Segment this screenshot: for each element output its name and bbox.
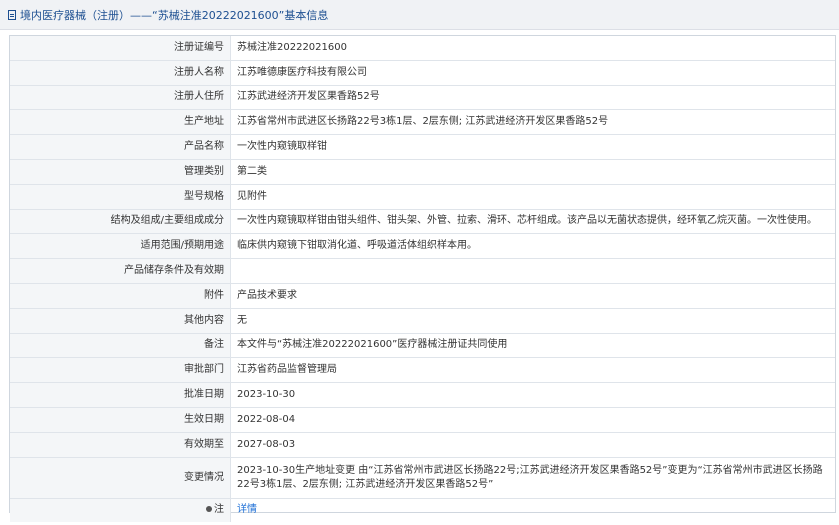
table-row: 审批部门 江苏省药品监督管理局	[10, 357, 835, 384]
row-value: 一次性内窥镜取样钳	[230, 134, 835, 160]
page-title: 境内医疗器械（注册）——“苏械注准20222021600”基本信息	[20, 8, 329, 22]
row-label: 变更情况	[10, 457, 231, 499]
row-value: 江苏唯德康医疗科技有限公司	[230, 60, 835, 86]
row-value: 一次性内窥镜取样钳由钳头组件、钳头架、外管、拉索、滑环、芯杆组成。该产品以无菌状…	[230, 209, 835, 235]
table-row: 生产地址 江苏省常州市武进区长扬路22号3栋1层、2层东侧; 江苏武进经济开发区…	[10, 109, 835, 136]
row-label: 管理类别	[10, 159, 231, 185]
table-row: 产品储存条件及有效期	[10, 258, 835, 284]
row-label: 批准日期	[10, 382, 231, 408]
table-row: 注册人名称 江苏唯德康医疗科技有限公司	[10, 60, 835, 86]
row-value: 苏械注准20222021600	[230, 36, 835, 61]
row-value: 2023-10-30	[230, 382, 835, 408]
table-row: 适用范围/预期用途 临床供内窥镜下钳取消化道、呼吸道活体组织样本用。	[10, 233, 835, 260]
row-label: 结构及组成/主要组成成分	[10, 209, 231, 235]
table-row: 附件 产品技术要求	[10, 283, 835, 309]
table-row: 型号规格 见附件	[10, 184, 835, 210]
table-row: 其他内容 无	[10, 308, 835, 334]
row-value: 临床供内窥镜下钳取消化道、呼吸道活体组织样本用。	[230, 233, 835, 260]
table-row: 批准日期 2023-10-30	[10, 382, 835, 408]
table-row: 变更情况 2023-10-30生产地址变更 由“江苏省常州市武进区长扬路22号;…	[10, 457, 835, 499]
row-value: 江苏省常州市武进区长扬路22号3栋1层、2层东侧; 江苏武进经济开发区果香路52…	[230, 109, 835, 136]
row-value: 2023-10-30生产地址变更 由“江苏省常州市武进区长扬路22号;江苏武进经…	[230, 457, 835, 499]
info-table-container: 注册证编号 苏械注准20222021600 注册人名称 江苏唯德康医疗科技有限公…	[9, 35, 836, 523]
row-label: 适用范围/预期用途	[10, 233, 231, 260]
row-value: 本文件与“苏械注准20222021600”医疗器械注册证共同使用	[230, 333, 835, 359]
row-label: 注册证编号	[10, 36, 231, 61]
row-label: 产品名称	[10, 134, 231, 160]
row-label: 生产地址	[10, 109, 231, 136]
note-label: 注	[214, 504, 224, 516]
row-label: 生效日期	[10, 407, 231, 433]
row-value: 无	[230, 308, 835, 334]
row-value: 产品技术要求	[230, 283, 835, 309]
row-label: 注册人名称	[10, 60, 231, 86]
table-row: 注册证编号 苏械注准20222021600	[10, 36, 835, 61]
table-row: 注册人住所 江苏武进经济开发区果香路52号	[10, 85, 835, 111]
page-header: 境内医疗器械（注册）——“苏械注准20222021600”基本信息	[0, 0, 839, 30]
note-label-cell: 注	[10, 498, 231, 523]
table-row: 结构及组成/主要组成成分 一次性内窥镜取样钳由钳头组件、钳头架、外管、拉索、滑环…	[10, 209, 835, 235]
detail-link[interactable]: 详情	[237, 504, 257, 515]
row-label: 产品储存条件及有效期	[10, 258, 231, 284]
table-row: 备注 本文件与“苏械注准20222021600”医疗器械注册证共同使用	[10, 333, 835, 359]
table-row: 有效期至 2027-08-03	[10, 432, 835, 458]
row-value: 江苏省药品监督管理局	[230, 357, 835, 384]
document-icon	[8, 9, 16, 20]
row-label: 审批部门	[10, 357, 231, 384]
table-row: 产品名称 一次性内窥镜取样钳	[10, 134, 835, 160]
row-label: 其他内容	[10, 308, 231, 334]
row-value: 2027-08-03	[230, 432, 835, 458]
row-value: 第二类	[230, 159, 835, 185]
table-row: 管理类别 第二类	[10, 159, 835, 185]
info-table: 注册证编号 苏械注准20222021600 注册人名称 江苏唯德康医疗科技有限公…	[10, 36, 836, 523]
row-value: 2022-08-04	[230, 407, 835, 433]
row-label: 型号规格	[10, 184, 231, 210]
bullet-icon	[206, 506, 212, 513]
note-value-cell: 详情	[231, 498, 836, 522]
table-row-note: 注 详情	[10, 498, 836, 523]
row-label: 有效期至	[10, 432, 231, 458]
table-row: 生效日期 2022-08-04	[10, 407, 835, 433]
row-value	[230, 258, 835, 284]
row-label: 备注	[10, 333, 231, 359]
row-value: 见附件	[230, 184, 835, 210]
row-value: 江苏武进经济开发区果香路52号	[230, 85, 835, 111]
row-label: 附件	[10, 283, 231, 309]
row-label: 注册人住所	[10, 85, 231, 111]
